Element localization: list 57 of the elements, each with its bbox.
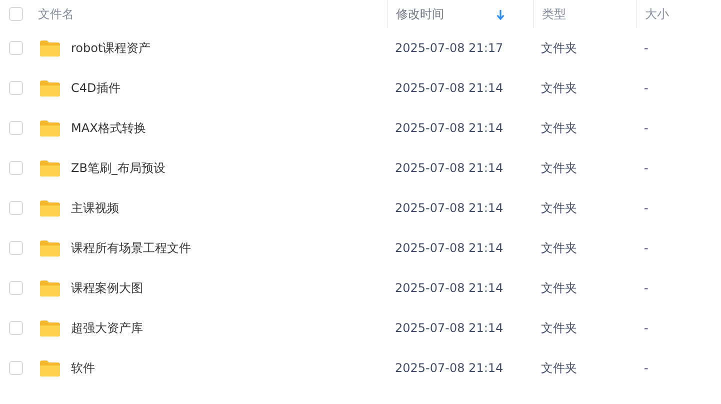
file-name[interactable]: 课程所有场景工程文件 <box>71 240 191 256</box>
column-header[interactable]: 修改时间 <box>396 6 444 22</box>
table-cell: - <box>644 41 648 55</box>
table-cell: 2025-07-08 21:14 <box>395 241 504 255</box>
table-cell: 2025-07-08 21:14 <box>395 201 504 215</box>
folder-icon <box>39 78 61 98</box>
checkbox[interactable] <box>9 281 23 295</box>
folder-icon <box>39 158 61 178</box>
file-name[interactable]: ZB笔刷_布局预设 <box>71 160 166 176</box>
table-cell: - <box>644 241 648 255</box>
checkbox[interactable] <box>9 361 23 375</box>
table-cell: 2025-07-08 21:14 <box>395 361 504 375</box>
folder-icon <box>39 198 61 218</box>
table-cell: 2025-07-08 21:14 <box>395 121 504 135</box>
file-name[interactable]: 软件 <box>71 360 95 376</box>
table-cell: - <box>644 161 648 175</box>
checkbox[interactable] <box>9 161 23 175</box>
table-cell: - <box>644 121 648 135</box>
table-cell: - <box>644 361 648 375</box>
sort-arrow-icon[interactable] <box>496 8 505 20</box>
folder-icon <box>39 358 61 378</box>
table-cell: 文件夹 <box>541 120 577 136</box>
folder-icon <box>39 38 61 58</box>
table-cell: 2025-07-08 21:14 <box>395 81 504 95</box>
file-name[interactable]: MAX格式转换 <box>71 120 146 136</box>
table-cell: 文件夹 <box>541 80 577 96</box>
checkbox[interactable] <box>9 81 23 95</box>
table-cell: 文件夹 <box>541 240 577 256</box>
table-cell: 文件夹 <box>541 200 577 216</box>
checkbox[interactable] <box>9 7 23 21</box>
table-cell: - <box>644 201 648 215</box>
file-name[interactable]: C4D插件 <box>71 80 120 96</box>
table-cell: 文件夹 <box>541 360 577 376</box>
checkbox[interactable] <box>9 41 23 55</box>
checkbox[interactable] <box>9 241 23 255</box>
table-cell: 文件夹 <box>541 40 577 56</box>
file-name[interactable]: 主课视频 <box>71 200 119 216</box>
table-cell: 文件夹 <box>541 320 577 336</box>
checkbox[interactable] <box>9 121 23 135</box>
folder-icon <box>39 118 61 138</box>
file-name[interactable]: 超强大资产库 <box>71 320 143 336</box>
folder-icon <box>39 238 61 258</box>
checkbox[interactable] <box>9 321 23 335</box>
table-cell: - <box>644 321 648 335</box>
folder-icon <box>39 318 61 338</box>
table-cell: 2025-07-08 21:14 <box>395 281 504 295</box>
folder-icon <box>39 278 61 298</box>
table-cell: - <box>644 81 648 95</box>
table-cell: 2025-07-08 21:14 <box>395 161 504 175</box>
table-cell: 2025-07-08 21:14 <box>395 321 504 335</box>
table-cell: - <box>644 281 648 295</box>
table-cell: 文件夹 <box>541 280 577 296</box>
table-cell: 文件夹 <box>541 160 577 176</box>
file-name[interactable]: robot课程资产 <box>71 40 151 56</box>
table-cell: 2025-07-08 21:17 <box>395 41 504 55</box>
checkbox[interactable] <box>9 201 23 215</box>
file-name[interactable]: 课程案例大图 <box>71 280 143 296</box>
